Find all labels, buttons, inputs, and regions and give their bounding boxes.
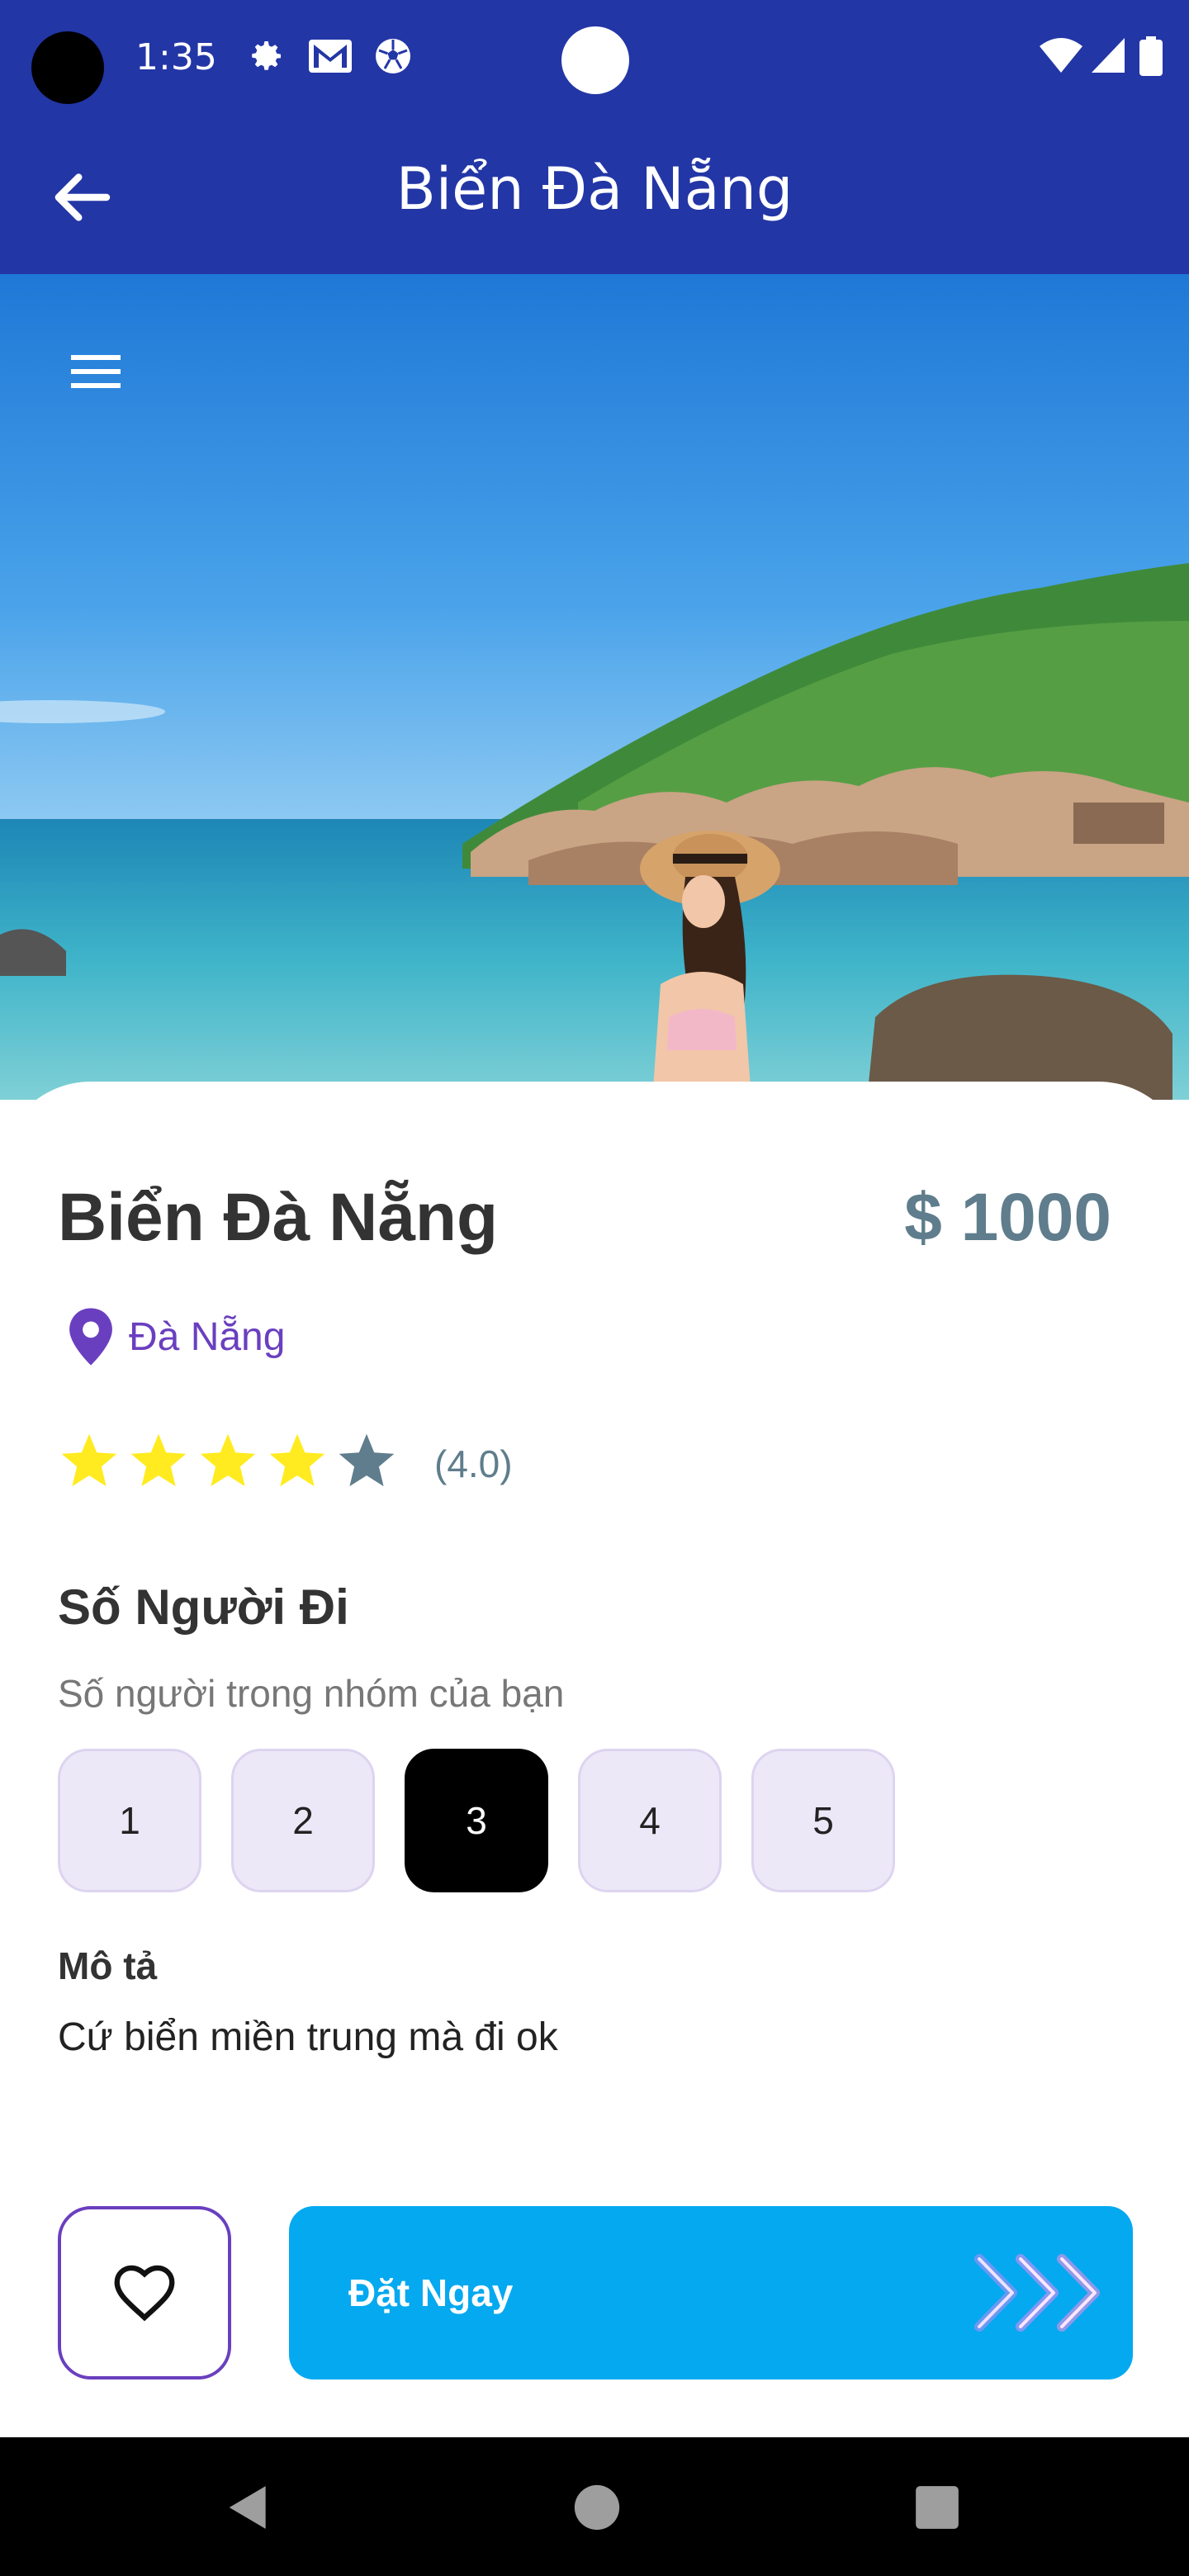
heart-outline-icon	[114, 2265, 175, 2322]
group-size-option[interactable]: 1	[58, 1749, 201, 1892]
wifi-icon	[1040, 38, 1082, 73]
star-filled-icon	[61, 1433, 117, 1487]
nav-back-icon[interactable]	[223, 2482, 274, 2533]
group-size-option[interactable]: 3	[405, 1749, 548, 1892]
battery-icon	[1139, 36, 1163, 76]
place-price: $ 1000	[904, 1180, 1111, 1255]
book-now-label: Đặt Ngay	[348, 2271, 514, 2314]
hamburger-menu-icon[interactable]	[64, 347, 130, 396]
system-nav-bar	[0, 2437, 1189, 2576]
status-bar: 1:35	[0, 0, 1189, 119]
signal-icon	[1092, 38, 1125, 73]
group-size-option[interactable]: 5	[751, 1749, 895, 1892]
star-filled-icon	[200, 1433, 256, 1487]
group-size-option[interactable]: 2	[231, 1749, 375, 1892]
place-name: Biển Đà Nẵng	[58, 1180, 499, 1255]
description-title: Mô tả	[58, 1944, 158, 1987]
group-size-selector: 1 2 3 4 5	[58, 1749, 895, 1892]
rating-value: (4.0)	[434, 1442, 513, 1485]
camera-cutout	[31, 31, 104, 104]
star-empty-icon	[339, 1433, 395, 1487]
star-filled-icon	[269, 1433, 325, 1487]
gmail-icon	[309, 40, 352, 73]
gear-icon	[252, 41, 281, 70]
status-time: 1:35	[135, 36, 217, 78]
location-text: Đà Nẵng	[129, 1315, 286, 1359]
location-pin-icon	[69, 1308, 112, 1366]
camera-indicator	[561, 26, 629, 94]
nav-home-icon[interactable]	[571, 2482, 623, 2533]
group-size-option[interactable]: 4	[578, 1749, 722, 1892]
nav-recents-icon[interactable]	[912, 2482, 963, 2533]
rating-stars	[58, 1430, 398, 1493]
star-filled-icon	[130, 1433, 187, 1487]
group-size-title: Số Người Đi	[58, 1579, 349, 1635]
description-text: Cứ biển miền trung mà đi ok	[58, 2015, 558, 2059]
book-now-button[interactable]: Đặt Ngay	[289, 2206, 1133, 2379]
neon-chevrons-icon	[974, 2254, 1100, 2332]
page-title: Biển Đà Nẵng	[396, 155, 793, 223]
destination-photo	[0, 274, 1189, 1100]
favorite-button[interactable]	[58, 2206, 231, 2379]
group-size-subtitle: Số người trong nhóm của bạn	[58, 1672, 565, 1715]
soccer-ball-icon	[376, 39, 410, 73]
